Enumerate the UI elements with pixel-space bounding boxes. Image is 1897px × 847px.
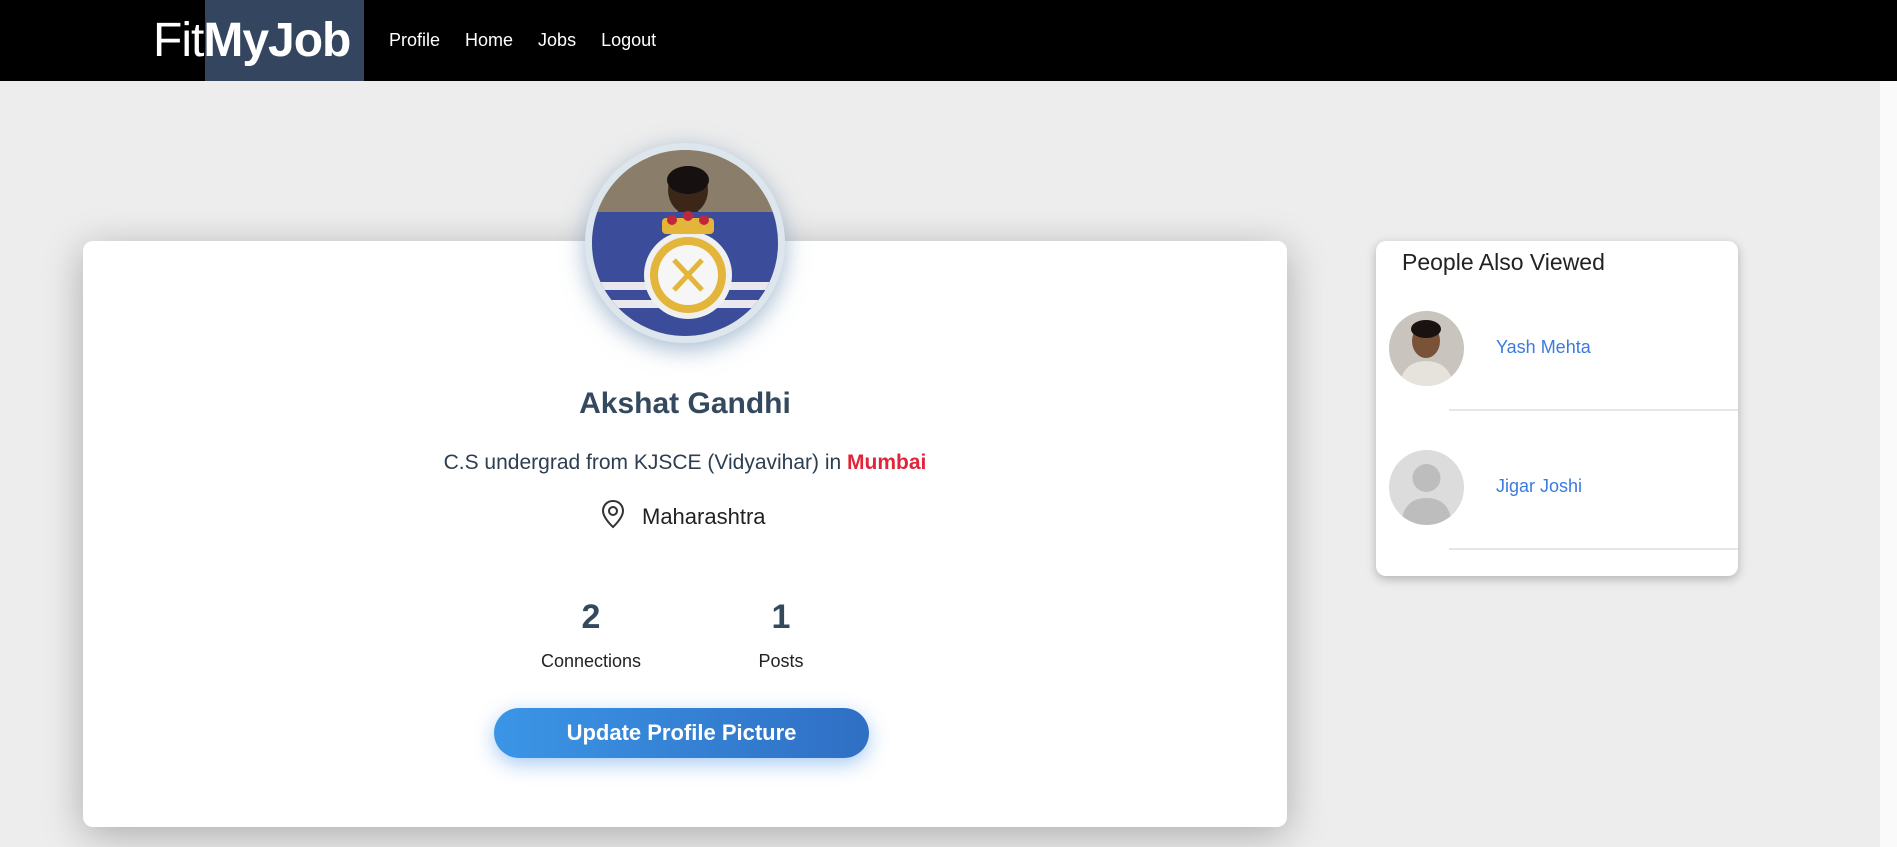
list-divider — [1449, 548, 1738, 550]
brand-text-myjob: MyJob — [203, 14, 351, 67]
map-pin-icon — [600, 499, 626, 535]
list-divider — [1449, 409, 1738, 411]
connections-label: Connections — [540, 651, 642, 671]
posts-count: 1 — [771, 598, 791, 636]
people-list-item: Jigar Joshi — [1389, 440, 1738, 578]
profile-name: Akshat Gandhi — [579, 387, 791, 420]
profile-headline: C.S undergrad from KJSCE (Vidyavihar) in… — [83, 451, 1287, 475]
nav-link-home[interactable]: Home — [465, 30, 513, 51]
nav-link-logout[interactable]: Logout — [601, 30, 656, 51]
profile-location: Maharashtra — [600, 499, 766, 535]
person-name-link[interactable]: Jigar Joshi — [1496, 476, 1582, 497]
page-right-edge — [1880, 0, 1897, 847]
brand-text-fit: Fit — [153, 14, 204, 67]
nav-links: Profile Home Jobs Logout — [389, 0, 656, 81]
nav-link-jobs[interactable]: Jobs — [538, 30, 576, 51]
brand-logo[interactable]: Fit MyJob — [153, 0, 351, 81]
stat-posts[interactable]: 1 Posts — [701, 597, 861, 672]
person-name-link[interactable]: Yash Mehta — [1496, 337, 1591, 358]
top-navbar: Fit MyJob Profile Home Jobs Logout — [0, 0, 1897, 81]
posts-label: Posts — [758, 651, 804, 671]
headline-text: C.S undergrad from KJSCE (Vidyavihar) in — [443, 451, 848, 474]
profile-avatar-ring — [585, 143, 785, 343]
profile-avatar[interactable] — [592, 150, 778, 336]
stat-connections[interactable]: 2 Connections — [511, 597, 671, 672]
person-avatar[interactable] — [1389, 311, 1464, 386]
nav-link-profile[interactable]: Profile — [389, 30, 440, 51]
headline-city: Mumbai — [847, 451, 927, 474]
people-also-viewed-card: People Also Viewed Yash Mehta Jigar Josh… — [1376, 241, 1738, 576]
update-profile-picture-button[interactable]: Update Profile Picture — [494, 708, 869, 758]
connections-count: 2 — [581, 598, 601, 636]
people-list-item: Yash Mehta — [1389, 301, 1738, 439]
location-text: Maharashtra — [642, 504, 766, 529]
person-avatar-placeholder[interactable] — [1389, 450, 1464, 525]
people-also-viewed-title: People Also Viewed — [1402, 249, 1605, 275]
